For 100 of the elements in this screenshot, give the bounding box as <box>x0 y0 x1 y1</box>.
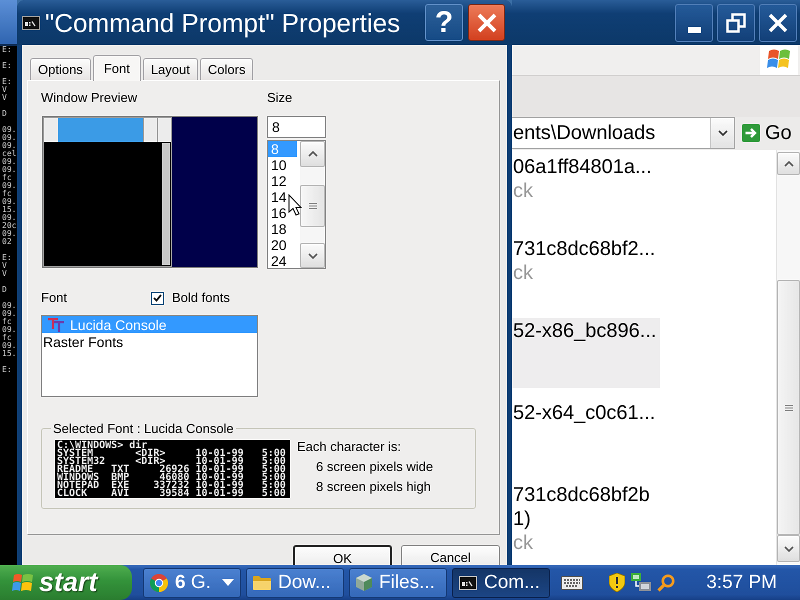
console-line: 09. <box>1 126 17 134</box>
console-line: E: <box>1 62 13 70</box>
console-line: 20c <box>1 222 17 230</box>
restore-icon <box>726 12 746 32</box>
preview-line: CLOCK AVI 39584 10-01-99 5:00 <box>57 490 287 498</box>
console-line: 09. <box>1 158 17 166</box>
grip-icon <box>784 404 792 410</box>
size-input[interactable]: 8 <box>267 116 326 138</box>
flag-logo-icon <box>760 45 798 75</box>
scrollbar[interactable] <box>776 150 800 565</box>
scroll-down-button[interactable] <box>777 535 800 562</box>
address-field[interactable]: ents\Downloads <box>512 117 735 149</box>
dialog-button[interactable]: Cancel <box>401 545 500 565</box>
close-icon <box>476 12 496 32</box>
scroll-up-button[interactable] <box>300 141 325 167</box>
font-icon <box>48 318 64 332</box>
console-line: 09. <box>1 134 17 142</box>
start-button[interactable]: start <box>0 565 132 600</box>
console-line: D <box>1 286 8 294</box>
mouse-cursor-icon <box>288 194 302 216</box>
console-line: 09. <box>1 214 17 222</box>
taskbar-button[interactable]: Com... <box>452 568 550 598</box>
magnifier-icon[interactable] <box>657 574 676 592</box>
close-icon <box>768 12 788 32</box>
close-button[interactable] <box>759 4 797 42</box>
taskbar-button[interactable]: Dow... <box>246 568 344 598</box>
section-label: Font <box>41 290 68 306</box>
size-option[interactable]: 18 <box>268 221 297 237</box>
console-line: E: <box>1 78 13 86</box>
scrollbar[interactable] <box>300 141 325 268</box>
console-line: V <box>1 262 8 270</box>
close-button[interactable] <box>468 4 505 41</box>
taskbar-button[interactable]: 6 G. <box>143 568 241 598</box>
file-item[interactable]: 731c8dc68bf2b 1) ck <box>512 483 660 555</box>
console-line: 15. <box>1 206 17 214</box>
shield-icon[interactable] <box>609 573 626 592</box>
console-line: E: <box>1 366 13 374</box>
preview-line: SYSTEM32 <DIR> 10-01-99 5:00 <box>57 458 287 466</box>
size-option[interactable]: 20 <box>268 237 297 253</box>
scroll-up-button[interactable] <box>777 152 800 175</box>
tab[interactable]: Layout <box>142 58 198 80</box>
checkbox[interactable] <box>151 292 164 304</box>
size-option[interactable]: 10 <box>268 157 297 173</box>
console-line: 09. <box>1 182 17 190</box>
scroll-down-button[interactable] <box>300 243 325 268</box>
dialog-button[interactable]: OK <box>293 545 392 565</box>
console-line: 09. <box>1 342 17 350</box>
description-text: 6 screen pixels wide <box>315 458 434 476</box>
console-line: V <box>1 86 8 94</box>
file-item[interactable]: 06a1ff84801a... ck <box>512 155 660 203</box>
console-line: fc <box>1 190 13 198</box>
preview-line: WINDOWS BMP 46080 10-01-99 5:00 <box>57 474 287 482</box>
preview-line: README TXT 26926 10-01-99 5:00 <box>57 466 287 474</box>
tab[interactable]: Font <box>92 55 141 81</box>
dropdown-button[interactable] <box>710 118 734 148</box>
folder-icon <box>253 575 271 590</box>
file-item[interactable]: 52-x64_c0c61... <box>512 401 660 425</box>
network-icon[interactable] <box>631 573 652 592</box>
minimize-icon <box>688 26 700 32</box>
scroll-thumb[interactable] <box>777 280 800 535</box>
minimize-button[interactable] <box>675 4 713 42</box>
scroll-thumb[interactable] <box>300 185 325 227</box>
flag-icon <box>12 572 34 592</box>
console-line: D <box>1 110 8 118</box>
chevron-up-icon <box>308 151 318 157</box>
group-title: Selected Font : Lucida Console <box>51 421 236 436</box>
terminal-icon <box>22 16 40 30</box>
clock[interactable]: 3:57 PM <box>706 572 777 594</box>
chevron-down-icon <box>718 130 728 136</box>
console-line: 09. <box>1 326 17 334</box>
dialog-title: "Command Prompt" Properties <box>45 8 400 38</box>
tab[interactable]: Colors <box>200 58 254 80</box>
description-text: Each character is: <box>297 438 402 456</box>
console-line: 09. <box>1 198 17 206</box>
tab[interactable]: Options <box>30 58 91 80</box>
console-line: 09. <box>1 230 17 238</box>
console-line: 09. <box>1 166 17 174</box>
chevron-down-icon <box>308 252 318 258</box>
console-line: fc <box>1 318 13 326</box>
preview-line: NOTEPAD EXE 337232 10-01-99 5:00 <box>57 482 287 490</box>
size-option[interactable]: 24 <box>268 253 297 269</box>
file-item[interactable]: 52-x86_bc896... <box>512 318 660 388</box>
grip-icon <box>308 203 316 209</box>
console-line: E: <box>1 46 13 54</box>
help-button[interactable]: ? <box>425 4 463 41</box>
keyboard-icon[interactable] <box>561 576 583 590</box>
round-logo-icon <box>150 574 168 592</box>
restore-button[interactable] <box>717 4 755 42</box>
go-button[interactable]: Go <box>742 122 792 144</box>
section-label: Window Preview <box>41 90 138 106</box>
taskbar-button[interactable]: Files... <box>349 568 447 598</box>
file-item[interactable]: 731c8dc68bf2... ck <box>512 237 660 285</box>
chevron-down-icon <box>784 546 794 552</box>
checkmark-icon <box>153 294 162 302</box>
checkbox-label[interactable]: Bold fonts <box>172 290 230 306</box>
font-option[interactable]: Raster Fonts <box>42 333 257 350</box>
console-line: 02 <box>1 238 13 246</box>
console-line: E: <box>1 254 13 262</box>
size-option[interactable]: 12 <box>268 173 297 189</box>
section-label: Size <box>267 90 294 106</box>
